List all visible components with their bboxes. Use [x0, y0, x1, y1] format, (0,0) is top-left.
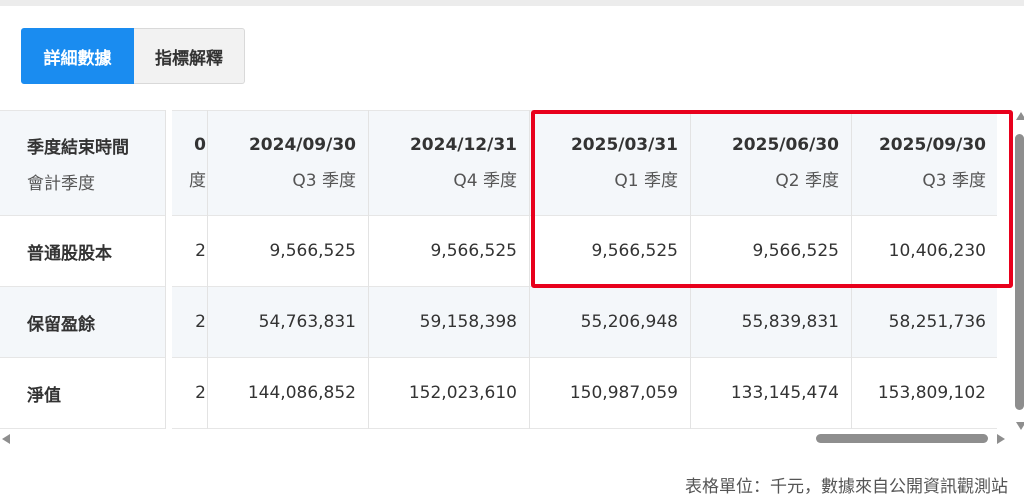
- vertical-scroll-thumb[interactable]: [1015, 134, 1024, 410]
- table-cell: 2: [195, 241, 206, 261]
- table-column: 2025/03/31 Q1 季度 9,566,525 55,206,948 150…: [529, 110, 690, 429]
- table-scroll-area[interactable]: 0 度 2 2 2 2024/09/30 Q3 季度 9,566,525 54,76…: [172, 110, 997, 430]
- top-divider: [0, 0, 1024, 6]
- table-cell: 9,566,525: [752, 241, 839, 261]
- column-date: 0: [194, 135, 206, 155]
- row-label: 淨值: [27, 385, 61, 406]
- table-column: 2024/12/31 Q4 季度 9,566,525 59,158,398 152…: [368, 110, 529, 429]
- table-cell: 9,566,525: [591, 241, 678, 261]
- row-label-column: 季度結束時間 會計季度 普通股股本 保留盈餘 淨值: [0, 110, 166, 429]
- header-label-cell: 季度結束時間 會計季度: [0, 110, 165, 216]
- table-cell: 153,809,102: [877, 383, 986, 403]
- tab-bar: 詳細數據 指標解釋: [21, 28, 245, 84]
- tab-indicator-explanation[interactable]: 指標解釋: [134, 28, 245, 84]
- row-label-cell: 淨值: [0, 358, 165, 429]
- column-date: 2024/12/31: [409, 135, 517, 155]
- table-cell: 9,566,525: [430, 241, 517, 261]
- table-column: 2025/06/30 Q2 季度 9,566,525 55,839,831 133…: [690, 110, 851, 429]
- table-cell: 54,763,831: [258, 312, 356, 332]
- horizontal-scrollbar[interactable]: [0, 431, 1010, 447]
- horizontal-scroll-thumb[interactable]: [816, 434, 988, 443]
- scroll-left-arrow-icon[interactable]: [2, 434, 10, 444]
- table-cell: 59,158,398: [419, 312, 517, 332]
- column-quarter: 度: [189, 171, 206, 191]
- tab-detailed-data[interactable]: 詳細數據: [21, 28, 134, 84]
- header-label: 季度結束時間: [27, 137, 129, 158]
- row-label: 普通股股本: [27, 243, 112, 264]
- table-cell: 10,406,230: [888, 241, 986, 261]
- table-footnote: 表格單位：千元，數據來自公開資訊觀測站: [685, 477, 1008, 497]
- column-quarter: Q3 季度: [922, 171, 986, 191]
- table-cell: 58,251,736: [888, 312, 986, 332]
- table-cell: 150,987,059: [569, 383, 678, 403]
- header-sublabel: 會計季度: [27, 173, 95, 194]
- row-label-cell: 保留盈餘: [0, 287, 165, 358]
- table-cell: 55,206,948: [580, 312, 678, 332]
- column-date: 2025/09/30: [878, 135, 986, 155]
- table-column: 2024/09/30 Q3 季度 9,566,525 54,763,831 144…: [207, 110, 368, 429]
- table-column-partial: 0 度 2 2 2: [172, 110, 208, 429]
- column-quarter: Q3 季度: [292, 171, 356, 191]
- column-date: 2024/09/30: [248, 135, 356, 155]
- column-date: 2025/03/31: [570, 135, 678, 155]
- table-cell: 144,086,852: [247, 383, 356, 403]
- row-label: 保留盈餘: [27, 314, 95, 335]
- scroll-down-arrow-icon[interactable]: [1016, 422, 1024, 430]
- column-date: 2025/06/30: [731, 135, 839, 155]
- row-label-cell: 普通股股本: [0, 216, 165, 287]
- table-cell: 2: [195, 383, 206, 403]
- table-cell: 152,023,610: [408, 383, 517, 403]
- column-quarter: Q4 季度: [453, 171, 517, 191]
- column-quarter: Q2 季度: [775, 171, 839, 191]
- table-cell: 9,566,525: [269, 241, 356, 261]
- scroll-right-arrow-icon[interactable]: [997, 434, 1005, 444]
- table-cell: 55,839,831: [741, 312, 839, 332]
- table-column: 2025/09/30 Q3 季度 10,406,230 58,251,736 15…: [851, 110, 997, 429]
- vertical-scrollbar[interactable]: [1008, 112, 1024, 430]
- scroll-up-arrow-icon[interactable]: [1016, 112, 1024, 120]
- column-quarter: Q1 季度: [614, 171, 678, 191]
- table-cell: 133,145,474: [730, 383, 839, 403]
- table-cell: 2: [195, 312, 206, 332]
